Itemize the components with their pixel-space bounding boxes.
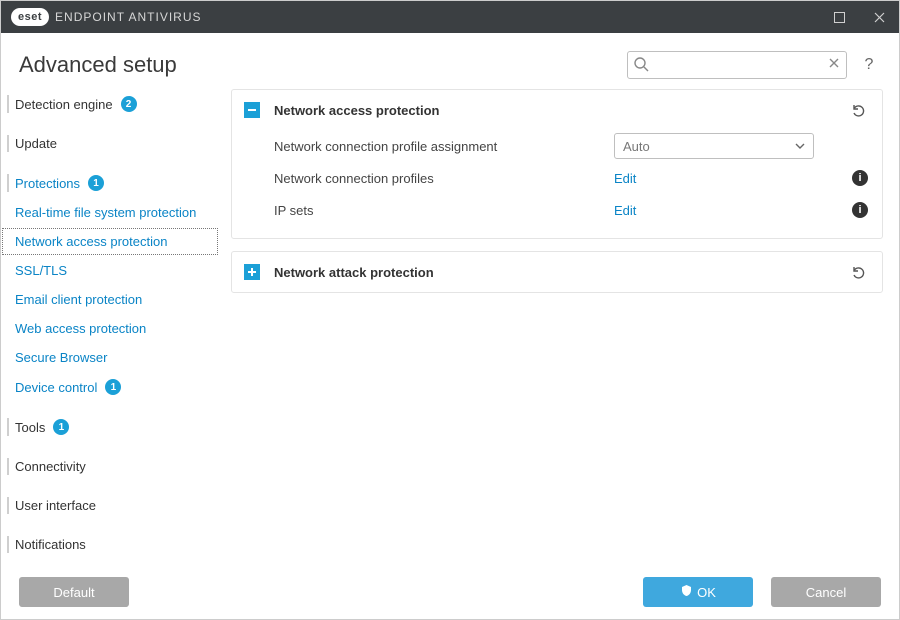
sidebar-item-label: User interface xyxy=(15,498,96,513)
sidebar-item-label: Protections xyxy=(15,176,80,191)
page-title: Advanced setup xyxy=(19,52,177,78)
sidebar-item-label: Connectivity xyxy=(15,459,86,474)
edit-ip-sets-link[interactable]: Edit xyxy=(614,203,636,218)
row-profile-assignment: Network connection profile assignment Au… xyxy=(274,130,868,162)
panel-title: Network access protection xyxy=(274,103,848,118)
search-icon xyxy=(633,56,649,75)
sidebar-item-label: Update xyxy=(15,136,57,151)
header: Advanced setup ? xyxy=(1,33,899,89)
brand-pill: eset xyxy=(11,8,49,26)
sidebar-badge: 1 xyxy=(105,379,121,395)
row-connection-profiles: Network connection profiles Edit i xyxy=(274,162,868,194)
sidebar-item-label: Email client protection xyxy=(15,292,142,307)
minus-icon xyxy=(247,105,257,115)
default-button[interactable]: Default xyxy=(19,577,129,607)
panel-undo-button[interactable] xyxy=(848,262,868,282)
panel-collapse-button[interactable] xyxy=(244,102,260,118)
dropdown-value: Auto xyxy=(623,139,650,154)
sidebar: Detection engine 2 Update Protections 1 … xyxy=(1,89,219,565)
sidebar-item-notifications[interactable]: Notifications xyxy=(1,530,219,559)
button-label: Cancel xyxy=(806,585,846,600)
help-icon: ? xyxy=(865,56,874,74)
sidebar-item-web-access-protection[interactable]: Web access protection xyxy=(1,314,219,343)
edit-connection-profiles-link[interactable]: Edit xyxy=(614,171,636,186)
sidebar-item-realtime-protection[interactable]: Real-time file system protection xyxy=(1,198,219,227)
sidebar-item-detection-engine[interactable]: Detection engine 2 xyxy=(1,89,219,119)
button-label: Default xyxy=(53,585,94,600)
help-button[interactable]: ? xyxy=(857,53,881,77)
sidebar-item-update[interactable]: Update xyxy=(1,129,219,158)
search-field-wrap xyxy=(627,51,847,79)
row-label: IP sets xyxy=(274,203,614,218)
search-clear-button[interactable] xyxy=(827,56,841,73)
sidebar-item-secure-browser[interactable]: Secure Browser xyxy=(1,343,219,372)
sidebar-item-ssl-tls[interactable]: SSL/TLS xyxy=(1,256,219,285)
panel-title: Network attack protection xyxy=(274,265,848,280)
row-label: Network connection profiles xyxy=(274,171,614,186)
brand-text: ENDPOINT ANTIVIRUS xyxy=(55,10,201,24)
maximize-icon xyxy=(834,12,845,23)
sidebar-item-label: Web access protection xyxy=(15,321,146,336)
panel-header: Network attack protection xyxy=(232,252,882,292)
info-icon[interactable]: i xyxy=(852,202,868,218)
app-window: eset ENDPOINT ANTIVIRUS Advanced setup ? xyxy=(0,0,900,620)
plus-icon xyxy=(247,267,257,277)
undo-icon xyxy=(850,102,866,118)
sidebar-item-tools[interactable]: Tools 1 xyxy=(1,412,219,442)
sidebar-item-network-access-protection[interactable]: Network access protection xyxy=(1,227,219,256)
main-content: Network access protection Network connec… xyxy=(219,89,899,565)
sidebar-item-protections[interactable]: Protections 1 xyxy=(1,168,219,198)
button-label: OK xyxy=(697,585,716,600)
close-icon xyxy=(874,12,885,23)
sidebar-item-connectivity[interactable]: Connectivity xyxy=(1,452,219,481)
x-icon xyxy=(827,56,841,70)
sidebar-item-label: Detection engine xyxy=(15,97,113,112)
sidebar-item-label: Network access protection xyxy=(15,234,167,249)
info-icon[interactable]: i xyxy=(852,170,868,186)
ok-button[interactable]: OK xyxy=(643,577,753,607)
panel-expand-button[interactable] xyxy=(244,264,260,280)
sidebar-badge: 2 xyxy=(121,96,137,112)
titlebar: eset ENDPOINT ANTIVIRUS xyxy=(1,1,899,33)
window-close-button[interactable] xyxy=(859,1,899,33)
sidebar-item-email-client-protection[interactable]: Email client protection xyxy=(1,285,219,314)
sidebar-item-user-interface[interactable]: User interface xyxy=(1,491,219,520)
sidebar-item-label: Device control xyxy=(15,380,97,395)
shield-icon xyxy=(680,584,693,600)
profile-assignment-dropdown[interactable]: Auto xyxy=(614,133,814,159)
panel-body: Network connection profile assignment Au… xyxy=(232,130,882,238)
sidebar-badge: 1 xyxy=(53,419,69,435)
body: Detection engine 2 Update Protections 1 … xyxy=(1,89,899,565)
cancel-button[interactable]: Cancel xyxy=(771,577,881,607)
sidebar-item-label: Real-time file system protection xyxy=(15,205,196,220)
panel-undo-button[interactable] xyxy=(848,100,868,120)
panel-network-attack-protection: Network attack protection xyxy=(231,251,883,293)
sidebar-badge: 1 xyxy=(88,175,104,191)
undo-icon xyxy=(850,264,866,280)
panel-header: Network access protection xyxy=(232,90,882,130)
sidebar-item-device-control[interactable]: Device control 1 xyxy=(1,372,219,402)
sidebar-item-label: Notifications xyxy=(15,537,86,552)
window-maximize-button[interactable] xyxy=(819,1,859,33)
search-input[interactable] xyxy=(627,51,847,79)
footer: Default OK Cancel xyxy=(1,565,899,619)
panel-network-access-protection: Network access protection Network connec… xyxy=(231,89,883,239)
sidebar-item-label: Secure Browser xyxy=(15,350,107,365)
row-ip-sets: IP sets Edit i xyxy=(274,194,868,226)
chevron-down-icon xyxy=(795,139,805,154)
row-label: Network connection profile assignment xyxy=(274,139,614,154)
sidebar-item-label: Tools xyxy=(15,420,45,435)
sidebar-item-label: SSL/TLS xyxy=(15,263,67,278)
brand-logo: eset ENDPOINT ANTIVIRUS xyxy=(11,8,202,26)
